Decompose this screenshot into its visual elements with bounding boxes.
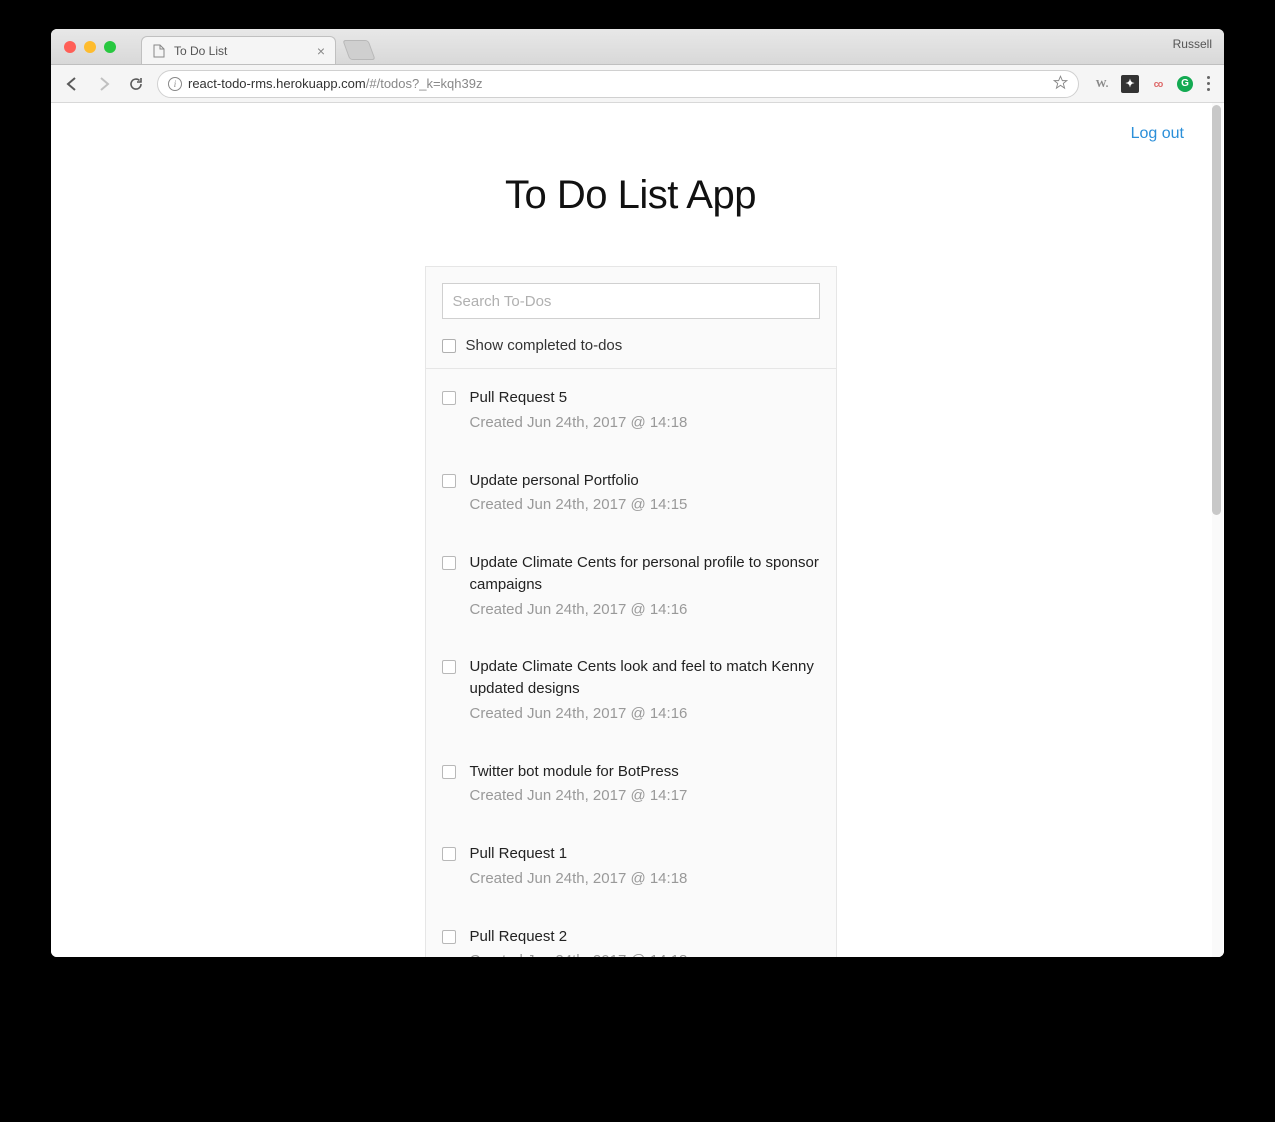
browser-menu-button[interactable] xyxy=(1203,72,1214,95)
show-completed-label: Show completed to-dos xyxy=(466,337,623,354)
todo-checkbox[interactable] xyxy=(442,391,456,405)
scrollbar-track[interactable] xyxy=(1212,103,1223,957)
url-text: react-todo-rms.herokuapp.com/#/todos?_k=… xyxy=(188,76,482,91)
todo-item[interactable]: Update personal PortfolioCreated Jun 24t… xyxy=(426,452,836,535)
todo-checkbox[interactable] xyxy=(442,556,456,570)
window-controls xyxy=(64,41,116,53)
todo-content: Update personal PortfolioCreated Jun 24t… xyxy=(470,470,820,517)
todo-meta: Created Jun 24th, 2017 @ 14:18 xyxy=(470,412,820,434)
todo-meta: Created Jun 24th, 2017 @ 14:17 xyxy=(470,785,820,807)
todo-content: Twitter bot module for BotPressCreated J… xyxy=(470,761,820,808)
todo-checkbox[interactable] xyxy=(442,930,456,944)
site-info-icon[interactable]: i xyxy=(168,77,182,91)
tab-title: To Do List xyxy=(174,44,227,58)
todo-content: Pull Request 2 Created Jun 24th, 2017 @ 1… xyxy=(470,926,820,958)
minimize-window-button[interactable] xyxy=(84,41,96,53)
todo-item[interactable]: Update Climate Cents look and feel to ma… xyxy=(426,638,836,742)
search-section: Show completed to-dos xyxy=(426,267,836,369)
todo-title: Pull Request 5 xyxy=(470,387,820,409)
todo-content: Update Climate Cents for personal profil… xyxy=(470,552,820,620)
close-tab-icon[interactable]: × xyxy=(317,43,325,59)
extension-w-icon[interactable]: W. xyxy=(1093,75,1111,93)
todo-meta: Created Jun 24th, 2017 @ 14:16 xyxy=(470,703,820,725)
browser-tab[interactable]: To Do List × xyxy=(141,36,336,64)
page-content: Log out To Do List App Show completed to… xyxy=(51,103,1210,957)
logout-link[interactable]: Log out xyxy=(1131,125,1184,143)
profile-name[interactable]: Russell xyxy=(1173,37,1212,51)
todo-checkbox[interactable] xyxy=(442,660,456,674)
todo-item[interactable]: Pull Request 1 Created Jun 24th, 2017 @ 1… xyxy=(426,825,836,908)
todo-title: Twitter bot module for BotPress xyxy=(470,761,820,783)
page-title: To Do List App xyxy=(51,173,1210,218)
todo-checkbox[interactable] xyxy=(442,474,456,488)
extension-co-icon[interactable]: co xyxy=(1149,75,1167,93)
scrollbar-thumb[interactable] xyxy=(1212,105,1221,515)
todo-title: Pull Request 1 xyxy=(470,843,820,865)
url-host: react-todo-rms.herokuapp.com xyxy=(188,76,366,91)
todo-content: Update Climate Cents look and feel to ma… xyxy=(470,656,820,724)
forward-button xyxy=(93,73,115,95)
todo-item[interactable]: Pull Request 5 Created Jun 24th, 2017 @ 1… xyxy=(426,369,836,452)
todo-content: Pull Request 5 Created Jun 24th, 2017 @ 1… xyxy=(470,387,820,434)
browser-toolbar: i react-todo-rms.herokuapp.com/#/todos?_… xyxy=(51,65,1224,103)
title-bar: To Do List × Russell xyxy=(51,29,1224,65)
bookmark-star-icon[interactable] xyxy=(1053,75,1068,93)
todo-card: Show completed to-dos Pull Request 5 Crea… xyxy=(425,266,837,957)
todo-meta: Created Jun 24th, 2017 @ 14:18 xyxy=(470,868,820,890)
todo-meta: Created Jun 24th, 2017 @ 14:16 xyxy=(470,599,820,621)
close-window-button[interactable] xyxy=(64,41,76,53)
todo-title: Pull Request 2 xyxy=(470,926,820,948)
show-completed-checkbox[interactable] xyxy=(442,339,456,353)
todo-title: Update Climate Cents look and feel to ma… xyxy=(470,656,820,700)
todo-checkbox[interactable] xyxy=(442,847,456,861)
todo-item[interactable]: Pull Request 2 Created Jun 24th, 2017 @ 1… xyxy=(426,908,836,958)
todo-item[interactable]: Update Climate Cents for personal profil… xyxy=(426,534,836,638)
extension-icons: W. ✦ co G xyxy=(1093,72,1214,95)
url-path: /#/todos?_k=kqh39z xyxy=(366,76,483,91)
todo-meta: Created Jun 24th, 2017 @ 14:18 xyxy=(470,950,820,957)
file-icon xyxy=(152,44,166,58)
todo-meta: Created Jun 24th, 2017 @ 14:15 xyxy=(470,494,820,516)
extension-square-icon[interactable]: ✦ xyxy=(1121,75,1139,93)
todo-title: Update personal Portfolio xyxy=(470,470,820,492)
viewport: Log out To Do List App Show completed to… xyxy=(51,103,1224,957)
todo-list: Pull Request 5 Created Jun 24th, 2017 @ 1… xyxy=(426,369,836,957)
reload-button[interactable] xyxy=(125,73,147,95)
extension-grammarly-icon[interactable]: G xyxy=(1177,76,1193,92)
todo-title: Update Climate Cents for personal profil… xyxy=(470,552,820,596)
back-button[interactable] xyxy=(61,73,83,95)
show-completed-row: Show completed to-dos xyxy=(442,337,820,354)
search-input[interactable] xyxy=(442,283,820,319)
new-tab-button[interactable] xyxy=(342,40,375,60)
browser-window: To Do List × Russell i react-todo-rms.he… xyxy=(51,29,1224,957)
todo-item[interactable]: Twitter bot module for BotPressCreated J… xyxy=(426,743,836,826)
maximize-window-button[interactable] xyxy=(104,41,116,53)
todo-checkbox[interactable] xyxy=(442,765,456,779)
address-bar[interactable]: i react-todo-rms.herokuapp.com/#/todos?_… xyxy=(157,70,1079,98)
todo-content: Pull Request 1 Created Jun 24th, 2017 @ 1… xyxy=(470,843,820,890)
